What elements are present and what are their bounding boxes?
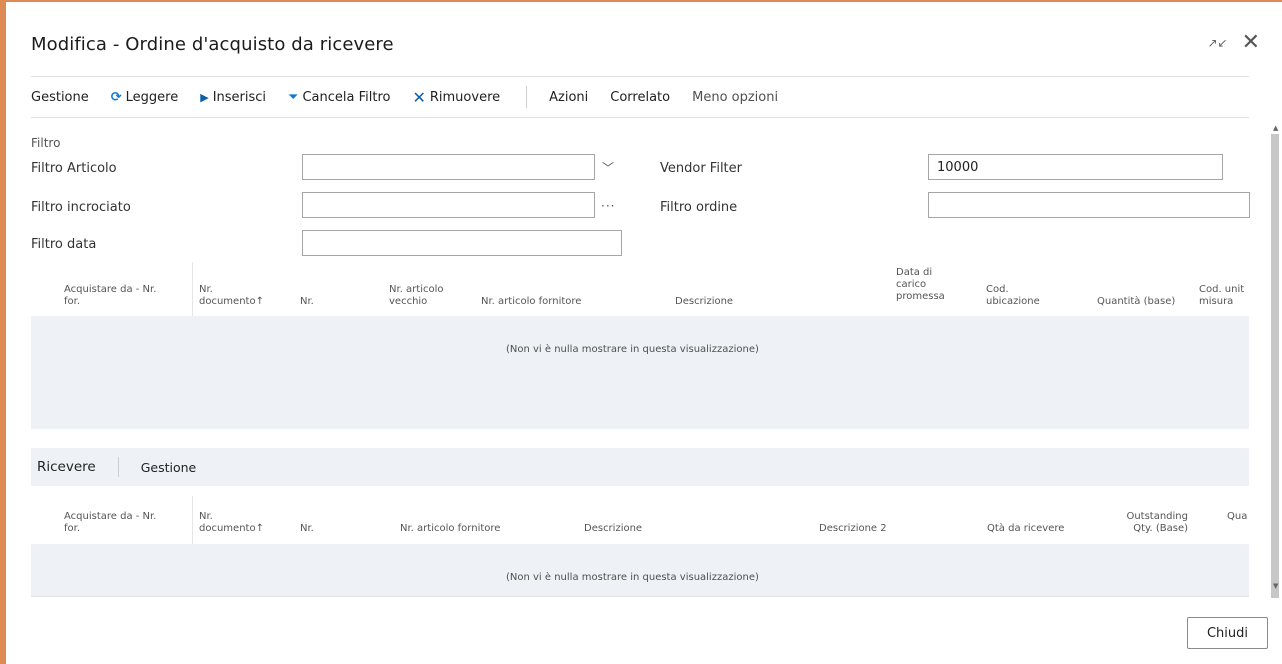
col-acquistare-da[interactable]: Acquistare da - Nr. for.: [64, 511, 159, 535]
lower-grid-body: (Non vi è nulla mostrare in questa visua…: [31, 544, 1249, 596]
col-nr[interactable]: Nr.: [300, 523, 314, 535]
filtro-data-input[interactable]: [302, 230, 622, 256]
scroll-down-arrow-icon[interactable]: ▼: [1273, 582, 1278, 590]
toolbar-divider-line: [31, 117, 1249, 118]
upper-grid-body: (Non vi è nulla mostrare in questa visua…: [31, 316, 1249, 429]
col-cod-ubicazione[interactable]: Cod. ubicazione: [986, 284, 1058, 308]
cancela-filtro-label: Cancela Filtro: [302, 89, 391, 105]
inserisci-label: Inserisci: [212, 89, 267, 105]
col-cod-unit-misura[interactable]: Cod. unit misura: [1199, 284, 1247, 308]
col-descrizione-2[interactable]: Descrizione 2: [819, 523, 887, 535]
lower-empty-message: (Non vi è nulla mostrare in questa visua…: [506, 572, 759, 583]
filtro-incrociato-input[interactable]: [302, 192, 595, 218]
ellipsis-icon[interactable]: ···: [601, 199, 615, 213]
col-descrizione[interactable]: Descrizione: [584, 523, 642, 535]
refresh-icon: ⟳: [110, 89, 122, 105]
play-icon: ▶: [200, 90, 209, 104]
col-nr-documento[interactable]: Nr. documento↑: [199, 284, 269, 308]
col-outstanding-qty-base[interactable]: Outstanding Qty. (Base): [1108, 511, 1188, 535]
filtro-ordine-label: Filtro ordine: [660, 200, 738, 215]
col-nr-articolo-fornitore[interactable]: Nr. articolo fornitore: [400, 523, 500, 535]
azioni-label: Azioni: [549, 89, 589, 105]
filtro-incrociato-label: Filtro incrociato: [31, 200, 131, 215]
window-controls: ↗↙ ✕: [1207, 32, 1260, 54]
col-data-carico-promessa[interactable]: Data di carico promessa: [896, 267, 948, 303]
filtro-data-label: Filtro data: [31, 237, 97, 252]
filtro-articolo-label: Filtro Articolo: [31, 161, 117, 176]
filtro-ordine-input[interactable]: [928, 192, 1250, 218]
col-nr-articolo-vecchio[interactable]: Nr. articolo vecchio: [389, 284, 459, 308]
column-divider: [192, 262, 193, 316]
column-divider: [192, 496, 193, 544]
azioni-menu[interactable]: Azioni: [549, 90, 588, 105]
title-divider: [31, 76, 1249, 77]
rimuovere-label: Rimuovere: [429, 89, 501, 105]
rimuovere-button[interactable]: ✕ Rimuovere: [412, 88, 500, 107]
tab-gestione[interactable]: Gestione: [141, 460, 197, 475]
lower-grid-bottom-border: [31, 596, 1249, 597]
tab-ricevere[interactable]: Ricevere: [37, 459, 96, 475]
gestione-menu[interactable]: Gestione: [31, 90, 89, 105]
toolbar-divider: [526, 86, 528, 108]
vendor-filter-input[interactable]: [928, 154, 1223, 180]
meno-opzioni-label: Meno opzioni: [692, 89, 779, 105]
action-bar: Gestione ⟳ Leggere ▶ Inserisci ⏷ Cancela Fi…: [31, 86, 800, 108]
col-nr-documento[interactable]: Nr. documento↑: [199, 511, 269, 535]
chevron-down-icon[interactable]: ﹀: [602, 159, 614, 176]
chiudi-button[interactable]: Chiudi: [1187, 617, 1268, 649]
upper-empty-message: (Non vi è nulla mostrare in questa visua…: [506, 344, 759, 355]
vertical-scrollbar[interactable]: [1271, 134, 1279, 598]
vendor-filter-label: Vendor Filter: [660, 161, 742, 176]
col-qua[interactable]: Qua: [1227, 511, 1249, 523]
leggere-button[interactable]: ⟳ Leggere: [111, 90, 178, 105]
dialog-title: Modifica - Ordine d'acquisto da ricevere: [31, 34, 394, 55]
col-quantita-base[interactable]: Quantità (base): [1097, 296, 1175, 308]
close-icon[interactable]: ✕: [1242, 32, 1260, 54]
remove-x-icon: ✕: [412, 87, 426, 107]
scroll-up-arrow-icon[interactable]: ▲: [1273, 124, 1278, 132]
col-nr[interactable]: Nr.: [300, 296, 314, 308]
tab-divider: [117, 457, 119, 477]
collapse-arrows-icon[interactable]: ↗↙: [1207, 36, 1227, 50]
leggere-label: Leggere: [125, 89, 179, 105]
correlato-menu[interactable]: Correlato: [610, 90, 670, 105]
col-nr-articolo-fornitore[interactable]: Nr. articolo fornitore: [481, 296, 581, 308]
filtro-articolo-input[interactable]: [302, 154, 595, 180]
inserisci-button[interactable]: ▶ Inserisci: [200, 90, 266, 105]
cancela-filtro-button[interactable]: ⏷ Cancela Filtro: [288, 90, 390, 105]
meno-opzioni-button[interactable]: Meno opzioni: [692, 90, 778, 105]
lower-tab-bar: Ricevere Gestione: [31, 448, 1249, 486]
correlato-label: Correlato: [610, 89, 671, 105]
clear-filter-icon: ⏷: [288, 89, 299, 105]
col-acquistare-da[interactable]: Acquistare da - Nr. for.: [64, 284, 159, 308]
filter-section-title: Filtro: [31, 136, 61, 150]
col-descrizione[interactable]: Descrizione: [675, 296, 733, 308]
gestione-label: Gestione: [31, 89, 89, 105]
col-qta-da-ricevere[interactable]: Qtà da ricevere: [987, 523, 1064, 535]
